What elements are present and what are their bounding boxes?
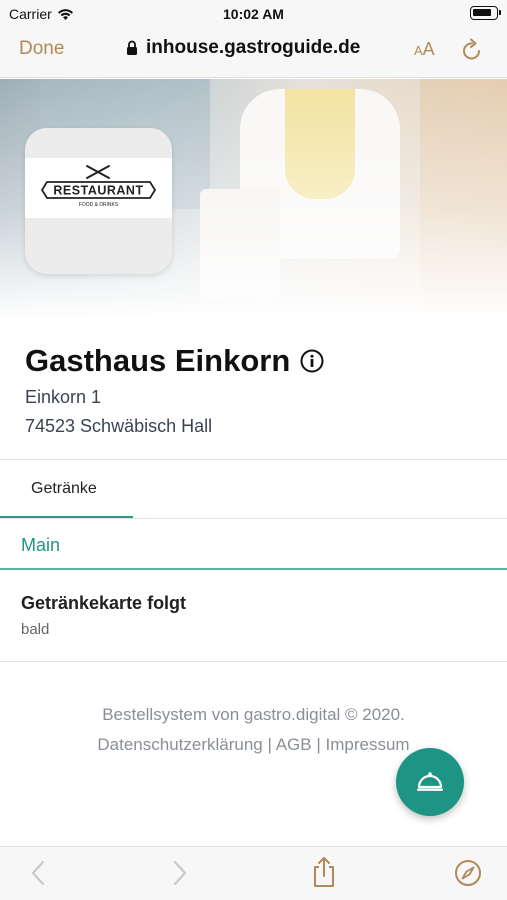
restaurant-name-row: Gasthaus Einkorn (25, 343, 324, 379)
browser-toolbar (0, 846, 507, 900)
text-size-button[interactable]: AA (414, 39, 435, 60)
item-divider (0, 661, 507, 662)
forward-icon[interactable] (170, 859, 190, 887)
menu-item-title: Getränkekarte folgt (21, 593, 187, 613)
address-street: Einkorn 1 (25, 387, 102, 407)
url-text: inhouse.gastroguide.de (146, 37, 361, 58)
footer-separator: | (267, 735, 272, 754)
back-icon[interactable] (28, 859, 48, 887)
info-icon[interactable] (300, 349, 324, 373)
svg-text:RESTAURANT: RESTAURANT (53, 184, 143, 198)
service-bell-button[interactable] (396, 748, 464, 816)
compass-icon[interactable] (454, 859, 482, 887)
terms-link[interactable]: AGB (276, 735, 312, 754)
section-underline (0, 568, 507, 570)
text-size-small-a: A (414, 43, 423, 58)
restaurant-name: Gasthaus Einkorn (25, 343, 291, 378)
status-bar: Carrier 10:02 AM (0, 0, 507, 28)
share-icon[interactable] (311, 856, 337, 888)
svg-text:FOOD & DRINKS: FOOD & DRINKS (79, 202, 119, 208)
done-button[interactable]: Done (19, 38, 64, 60)
logo-emblem: RESTAURANT FOOD & DRINKS (40, 165, 157, 208)
restaurant-logo: RESTAURANT FOOD & DRINKS (25, 128, 172, 274)
address-city: 74523 Schwäbisch Hall (25, 416, 213, 436)
reload-icon[interactable] (461, 38, 483, 62)
imprint-link[interactable]: Impressum (326, 735, 410, 754)
battery-icon (470, 6, 501, 20)
footer-credit: Bestellsystem von gastro.digital © 2020. (102, 705, 405, 724)
tabs-top-divider (0, 459, 507, 460)
url-field[interactable]: inhouse.gastroguide.de (126, 37, 360, 59)
text-size-large-a: A (422, 39, 435, 59)
logo-band: RESTAURANT FOOD & DRINKS (25, 158, 172, 218)
tabs-bottom-divider (0, 518, 507, 519)
privacy-link[interactable]: Datenschutzerklärung (97, 735, 262, 754)
lock-icon (127, 40, 137, 55)
status-time: 10:02 AM (223, 6, 284, 22)
service-bell-icon (417, 772, 443, 791)
menu-section-title: Main (21, 535, 61, 555)
browser-nav-bar: Done inhouse.gastroguide.de AA (0, 28, 507, 78)
footer-separator: | (316, 735, 321, 754)
tab-getraenke[interactable]: Getränke (31, 480, 97, 498)
menu-item-subtitle: bald (21, 621, 50, 638)
